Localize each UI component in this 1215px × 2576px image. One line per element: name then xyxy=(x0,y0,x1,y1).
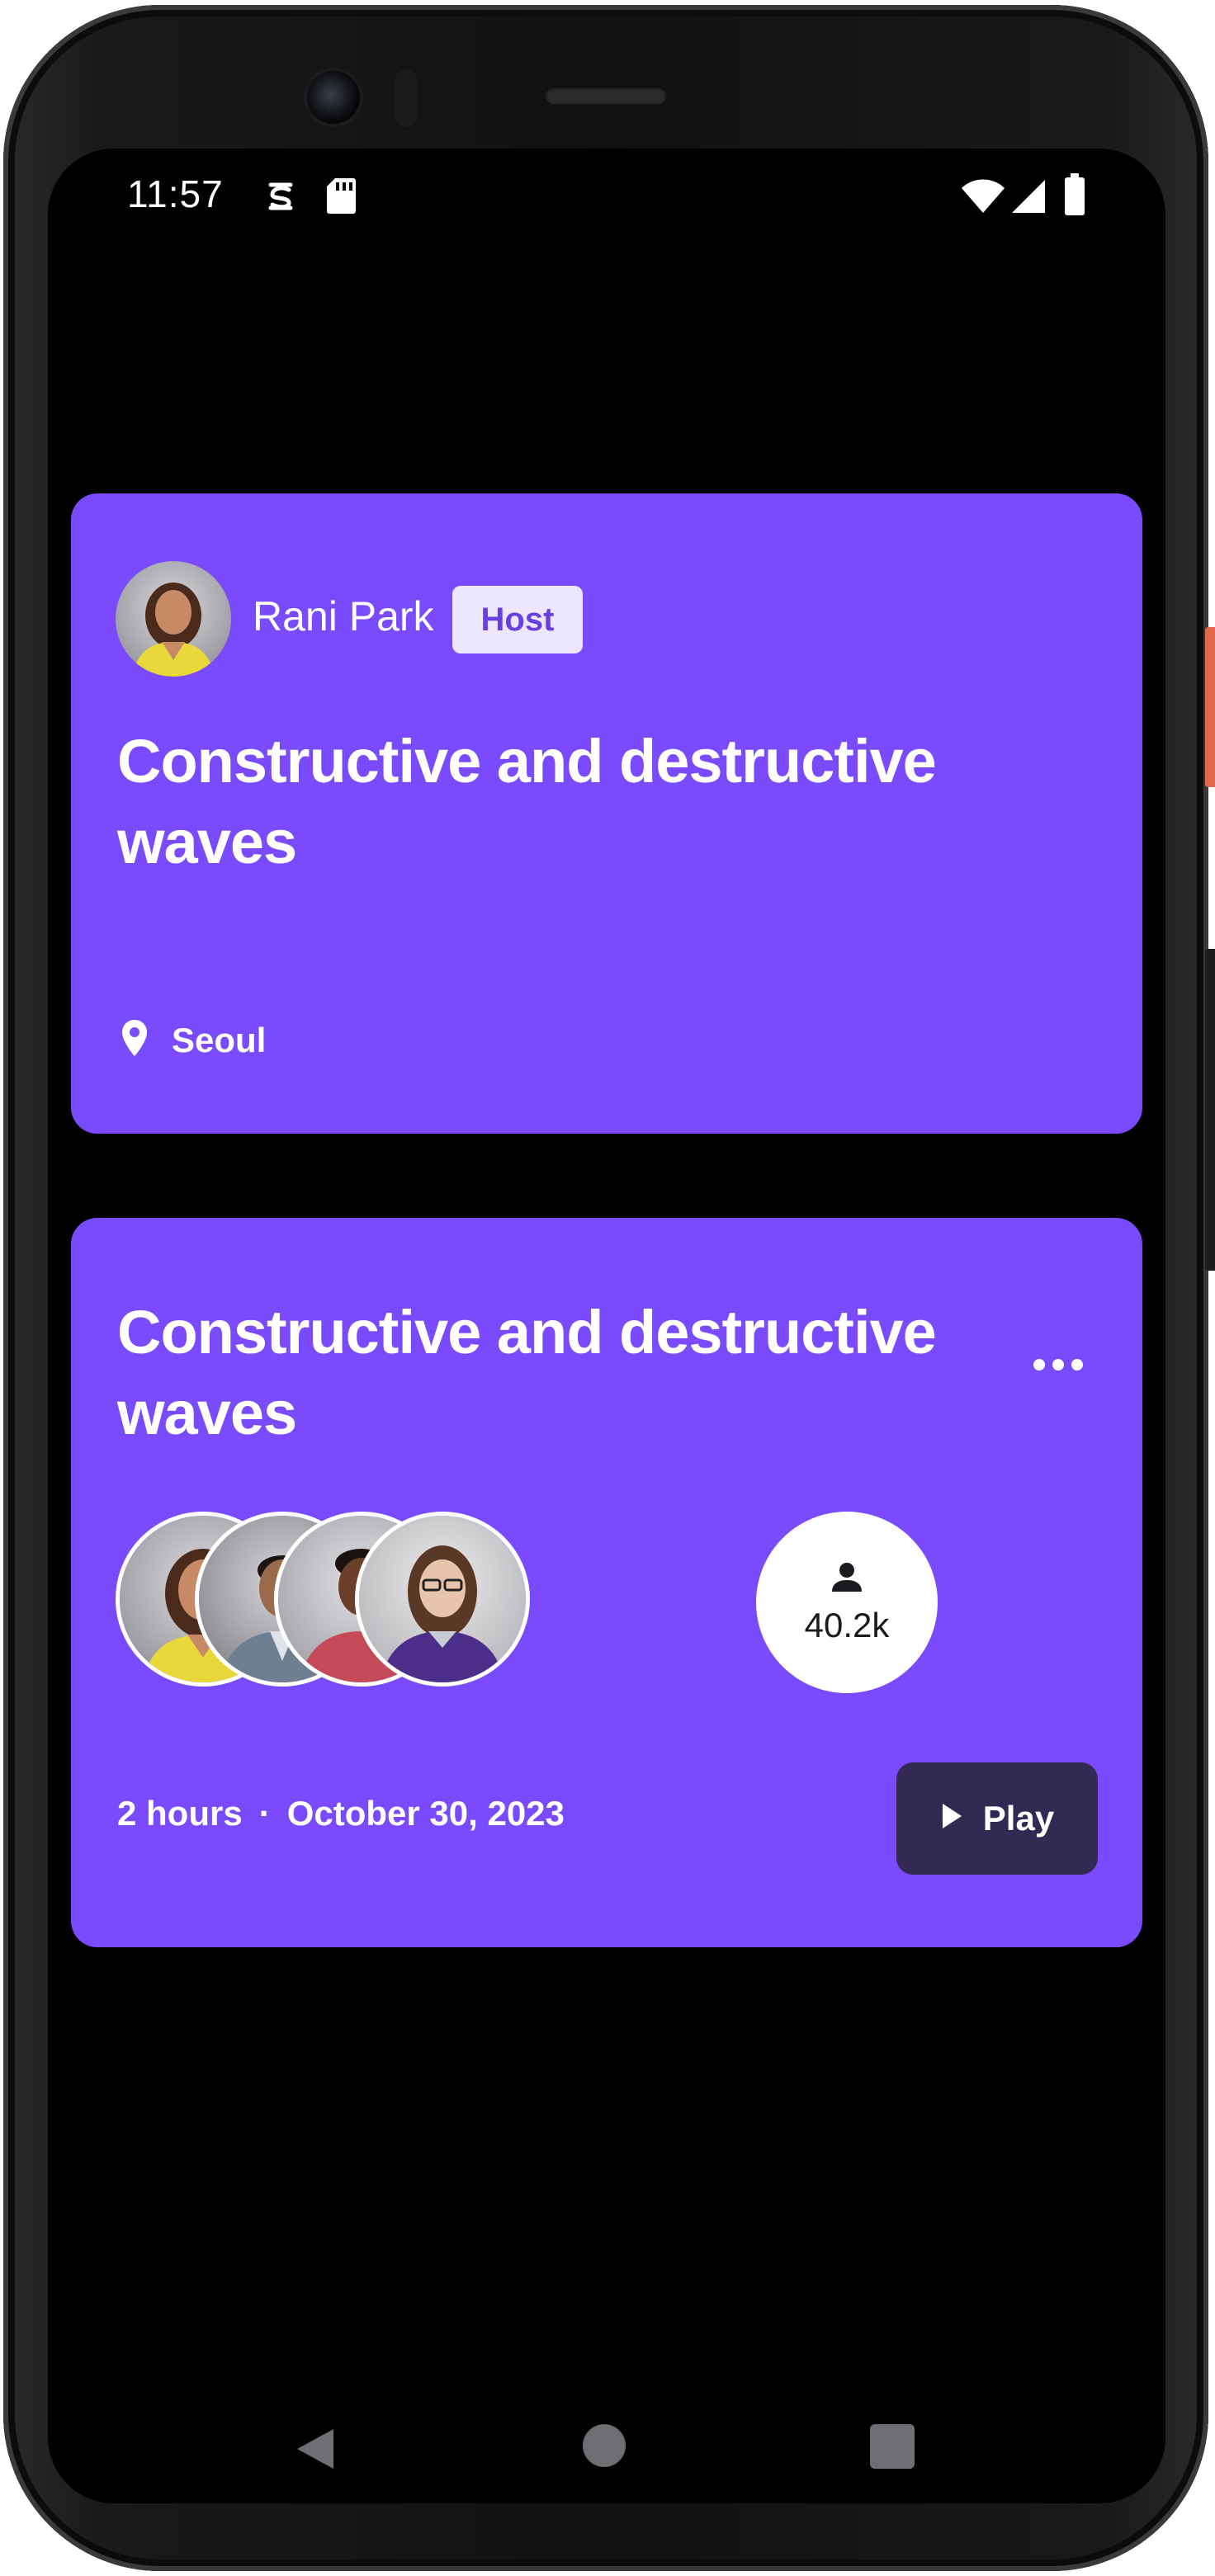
play-button-label: Play xyxy=(982,1799,1055,1838)
more-horizontal-icon xyxy=(1032,1357,1085,1376)
status-bar: 11:57 xyxy=(48,149,1165,248)
session-duration: 2 hours xyxy=(117,1794,243,1833)
play-icon xyxy=(940,1799,963,1838)
proximity-sensor xyxy=(395,69,418,127)
status-time: 11:57 xyxy=(127,172,224,215)
session-date: October 30, 2023 xyxy=(286,1794,565,1833)
signal-icon xyxy=(1010,178,1047,219)
sd-card-icon xyxy=(325,177,357,219)
listener-count-bubble[interactable]: 40.2k xyxy=(756,1512,938,1693)
play-button[interactable]: Play xyxy=(896,1762,1098,1875)
home-icon[interactable] xyxy=(583,2424,626,2467)
sync-icon xyxy=(264,177,297,220)
device: 11:57 Rani Park Host Constructive and de… xyxy=(0,0,1215,2576)
session-card-title: Constructive and destructive waves xyxy=(117,1298,937,1447)
more-options-button[interactable] xyxy=(1025,1350,1091,1383)
back-icon[interactable] xyxy=(294,2427,337,2475)
earpiece xyxy=(545,86,667,104)
session-meta: 2 hours · October 30, 2023 xyxy=(117,1794,565,1833)
battery-icon xyxy=(1063,173,1086,220)
meta-separator: · xyxy=(258,1794,271,1833)
host-card-title: Constructive and destructive waves xyxy=(117,727,937,876)
wifi-icon xyxy=(961,178,1005,219)
host-avatar[interactable] xyxy=(116,561,231,677)
session-card[interactable]: Constructive and destructive waves 40.2k… xyxy=(71,1218,1142,1947)
power-button xyxy=(1205,627,1215,787)
host-name[interactable]: Rani Park xyxy=(253,592,434,640)
person-icon xyxy=(830,1560,863,1597)
participant-avatar[interactable] xyxy=(355,1512,530,1687)
location-row: Seoul xyxy=(121,1018,266,1062)
location-pin-icon xyxy=(121,1018,149,1062)
listener-count: 40.2k xyxy=(804,1605,890,1644)
host-badge: Host xyxy=(452,586,583,653)
location-label: Seoul xyxy=(172,1020,267,1059)
participants-row: 40.2k xyxy=(116,1512,1024,1693)
front-camera xyxy=(307,71,360,124)
navigation-bar xyxy=(48,2380,1165,2503)
recents-icon[interactable] xyxy=(870,2424,915,2469)
host-card[interactable]: Rani Park Host Constructive and destruct… xyxy=(71,493,1142,1134)
volume-button xyxy=(1205,949,1215,1271)
screen: 11:57 Rani Park Host Constructive and de… xyxy=(48,149,1165,2503)
